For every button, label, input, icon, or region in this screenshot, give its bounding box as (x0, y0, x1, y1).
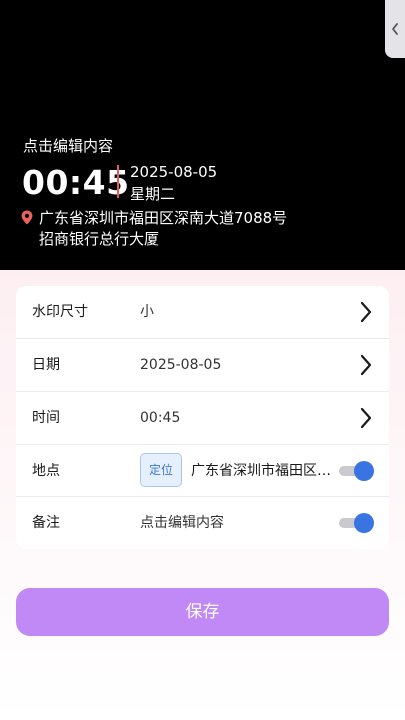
note-label: 备注 (32, 515, 60, 531)
date-label: 日期 (32, 357, 60, 373)
watermark-time: 00:45 (22, 163, 130, 202)
chevron-right-icon[interactable] (359, 301, 373, 323)
watermark-preview: 点击编辑内容 00:45 2025-08-05 星期二 广东省深圳市福田区深南大… (0, 0, 405, 270)
map-pin-icon (21, 210, 33, 225)
location-label: 地点 (32, 463, 60, 479)
size-label: 水印尺寸 (32, 304, 88, 320)
settings-row-note[interactable]: 备注 点击编辑内容 (16, 497, 389, 549)
locate-button[interactable]: 定位 (140, 453, 182, 487)
note-value[interactable]: 点击编辑内容 (140, 497, 224, 549)
settings-row-size[interactable]: 水印尺寸 小 (16, 286, 389, 338)
time-value: 00:45 (140, 410, 181, 426)
watermark-note: 点击编辑内容 (23, 137, 114, 155)
settings-card: 水印尺寸 小 日期 2025-08-05 时间 00:45 地点 定位 广东省深… (16, 286, 389, 549)
save-button[interactable]: 保存 (16, 588, 389, 636)
settings-row-date[interactable]: 日期 2025-08-05 (16, 339, 389, 391)
size-value: 小 (140, 304, 154, 320)
side-collapse-tab[interactable] (385, 0, 405, 58)
watermark-address-line1: 广东省深圳市福田区深南大道7088号 (39, 209, 288, 227)
watermark-divider (117, 165, 119, 198)
watermark-address-line2: 招商银行总行大厦 (39, 230, 160, 248)
date-value: 2025-08-05 (140, 357, 222, 373)
watermark-weekday: 星期二 (130, 185, 176, 203)
settings-row-time[interactable]: 时间 00:45 (16, 392, 389, 444)
toggle-knob (354, 513, 374, 533)
chevron-right-icon[interactable] (359, 354, 373, 376)
chevron-left-icon (392, 23, 398, 35)
chevron-right-icon[interactable] (359, 407, 373, 429)
time-label: 时间 (32, 410, 60, 426)
note-toggle[interactable] (339, 513, 374, 533)
toggle-knob (354, 461, 374, 481)
watermark-date: 2025-08-05 (130, 163, 218, 181)
location-value[interactable]: 广东省深圳市福田区深南大道7088号招商银行总行大厦 (191, 445, 331, 497)
settings-row-location: 地点 定位 广东省深圳市福田区深南大道7088号招商银行总行大厦 (16, 445, 389, 497)
location-toggle[interactable] (339, 461, 374, 481)
